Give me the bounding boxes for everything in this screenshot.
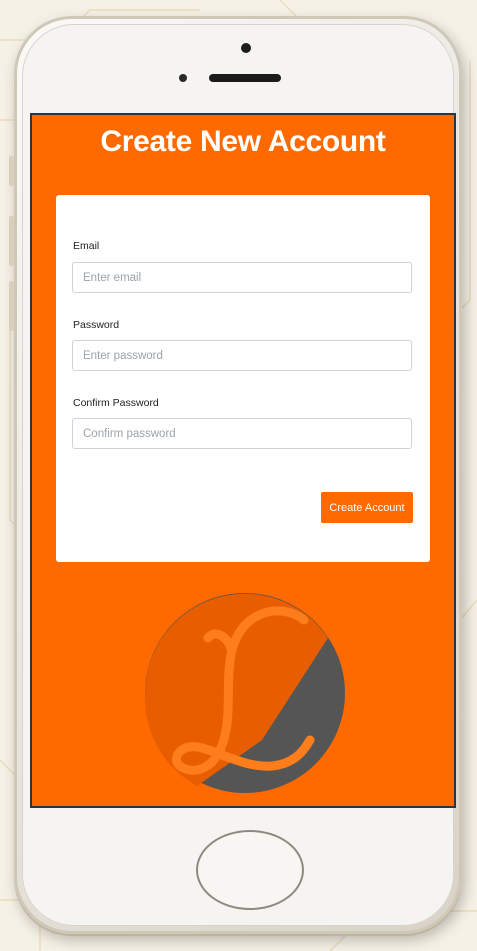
confirm-password-field[interactable]	[72, 418, 412, 449]
email-field[interactable]	[72, 262, 412, 293]
password-label: Password	[73, 319, 120, 331]
letter-l-logo-icon	[144, 593, 345, 793]
email-label: Email	[73, 240, 100, 252]
signup-form-card: Email Password Confirm Password Create A…	[56, 195, 430, 562]
volume-down-button	[9, 281, 14, 331]
phone-screen: Create New Account Email Password Confir…	[30, 113, 456, 808]
home-button[interactable]	[196, 830, 304, 910]
password-field[interactable]	[72, 340, 412, 371]
front-camera-icon	[241, 43, 251, 53]
earpiece-speaker-icon	[209, 74, 281, 82]
phone-frame: Create New Account Email Password Confir…	[9, 16, 462, 934]
confirm-password-label: Confirm Password	[73, 397, 159, 409]
page-title: Create New Account	[100, 125, 386, 158]
create-account-button[interactable]: Create Account	[321, 492, 413, 523]
volume-up-button	[9, 216, 14, 266]
mute-switch	[9, 156, 14, 186]
proximity-sensor-icon	[179, 74, 187, 82]
